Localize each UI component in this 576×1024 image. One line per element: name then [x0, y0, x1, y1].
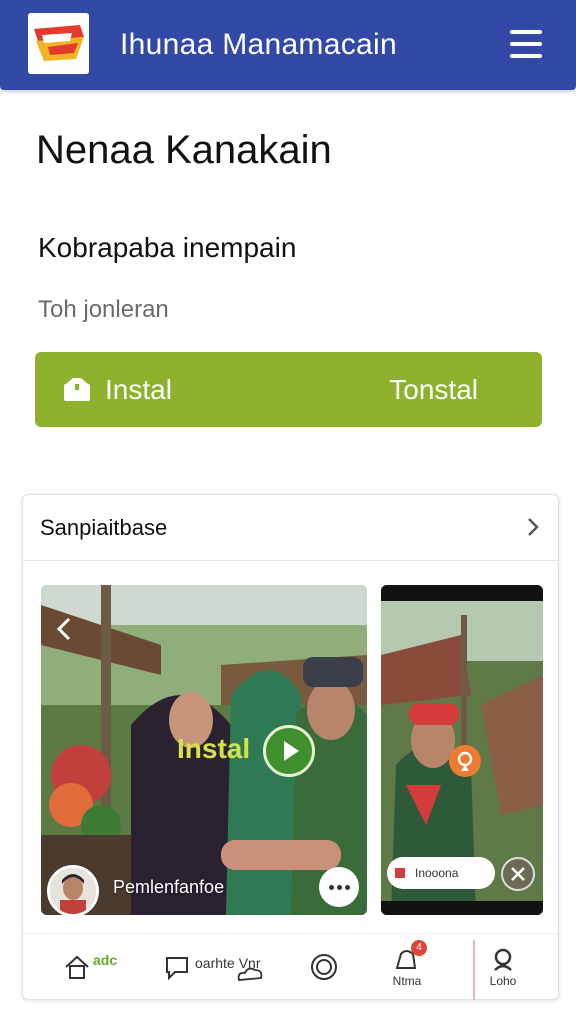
- video-card: Sanpiaitbase Instal Pemlenfanfoe Inooona…: [22, 494, 559, 1000]
- play-icon: [284, 741, 299, 761]
- main-video[interactable]: Instal Pemlenfanfoe: [41, 585, 367, 915]
- nav-notifications-label: Ntma: [392, 974, 422, 988]
- nav-chat[interactable]: oarhte Vnr: [163, 934, 265, 1000]
- nav-home-label: adc: [93, 952, 118, 968]
- page-title: Nenaa Kanakain: [36, 128, 332, 172]
- app-logo[interactable]: [28, 13, 89, 74]
- home-icon: [65, 955, 89, 979]
- video-overlay-label: Instal: [177, 733, 251, 764]
- nav-profile-label: Loho: [489, 974, 517, 988]
- side-badge-icon: [449, 745, 481, 777]
- bottom-navigation: adc oarhte Vnr 4 Ntma Loho: [23, 933, 558, 1000]
- nav-refresh[interactable]: [309, 934, 339, 1000]
- nav-profile[interactable]: Loho: [489, 934, 517, 1000]
- back-chevron-icon[interactable]: [55, 615, 73, 643]
- nav-home[interactable]: adc: [63, 934, 117, 1000]
- play-button[interactable]: [263, 725, 315, 777]
- package-icon: [64, 378, 90, 401]
- app-title: Ihunaa Manamacain: [120, 28, 397, 61]
- page-caption: Toh jonleran: [38, 296, 169, 323]
- card-title: Sanpiaitbase: [40, 515, 168, 540]
- nav-chat-label: oarhte: [195, 955, 235, 971]
- install-button[interactable]: Instal Tonstal: [35, 352, 542, 427]
- card-header[interactable]: Sanpiaitbase: [23, 495, 558, 561]
- nav-notifications[interactable]: 4 Ntma: [391, 934, 427, 1000]
- chat-bubble-icon: [166, 957, 188, 981]
- side-chip[interactable]: Inooona: [387, 857, 495, 889]
- chevron-right-icon[interactable]: [525, 515, 541, 539]
- side-chip-icon: [395, 868, 405, 878]
- profile-icon: [494, 948, 512, 971]
- top-app-bar: Ihunaa Manamacain: [0, 0, 576, 90]
- close-icon[interactable]: [501, 857, 535, 891]
- notification-badge: 4: [411, 940, 427, 956]
- page-subtitle: Kobrapaba inempain: [38, 232, 297, 263]
- refresh-circle-icon: [311, 954, 337, 980]
- video-author: Pemlenfanfoe: [113, 877, 225, 897]
- side-video[interactable]: Inooona: [381, 585, 543, 915]
- menu-icon[interactable]: [506, 26, 546, 62]
- install-right-label: Tonstal: [389, 374, 478, 405]
- more-options-icon[interactable]: [319, 867, 359, 907]
- cloud-icon: [237, 967, 262, 981]
- install-left-label: Instal: [105, 374, 172, 405]
- avatar[interactable]: [47, 865, 99, 915]
- nav-divider: [473, 940, 475, 1000]
- side-chip-label: Inooona: [415, 866, 459, 880]
- install-left: Instal: [63, 372, 172, 408]
